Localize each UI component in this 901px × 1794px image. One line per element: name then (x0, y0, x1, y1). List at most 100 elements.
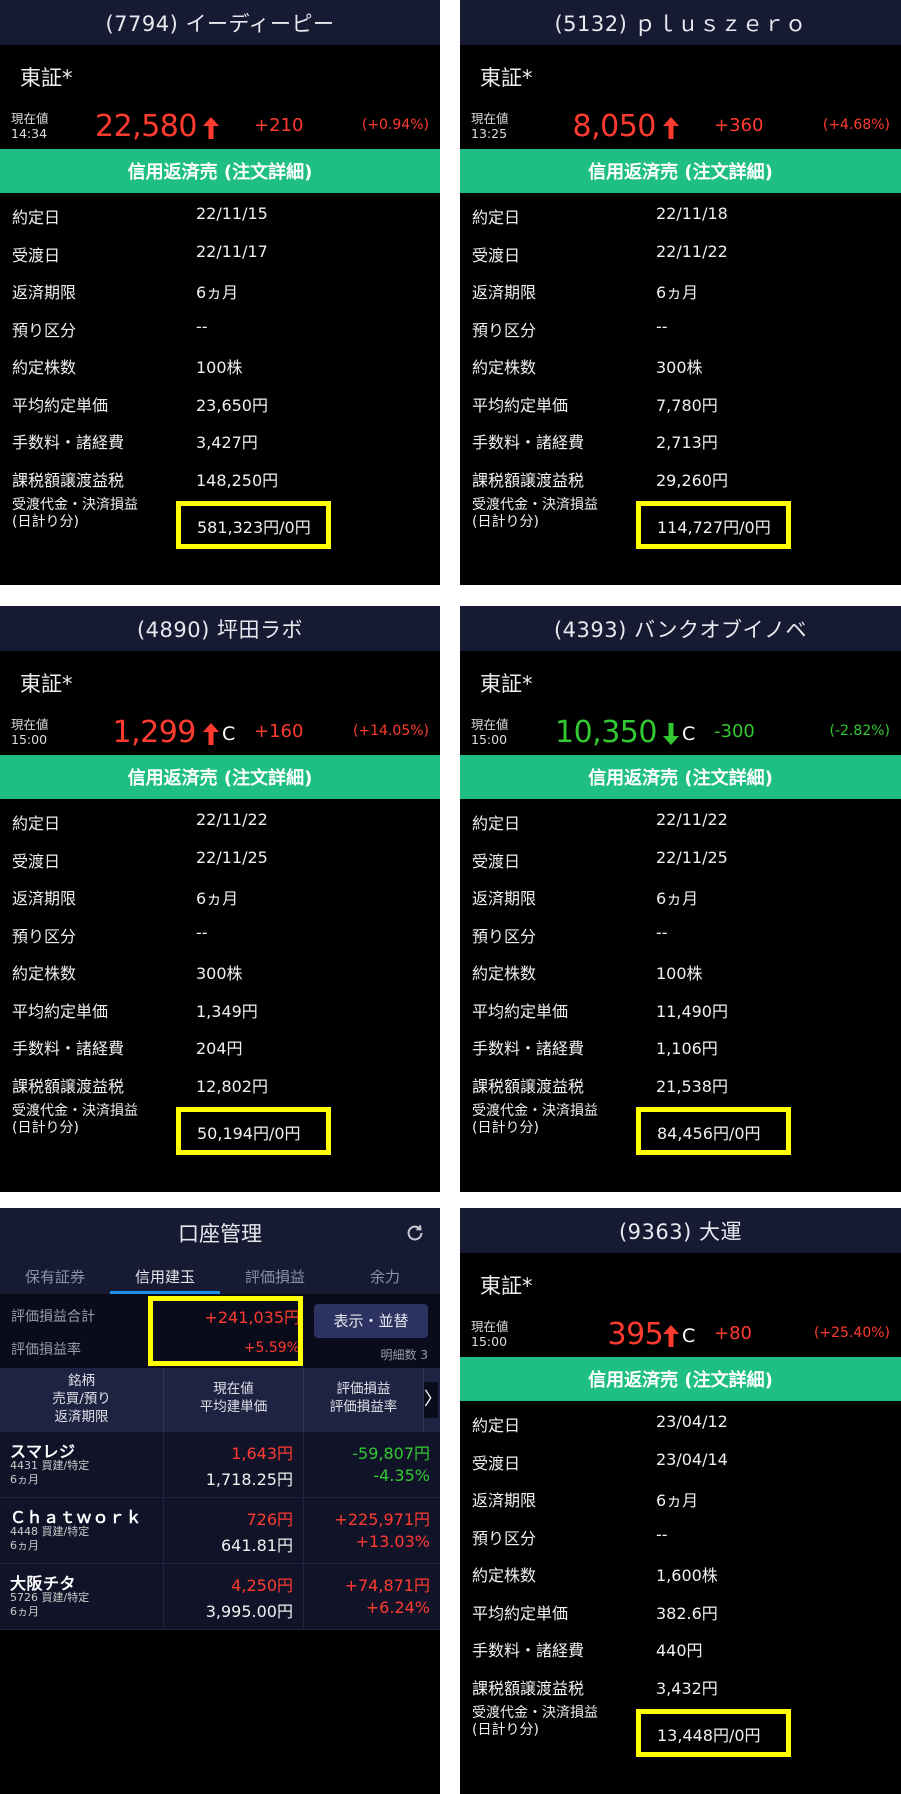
col-header-name[interactable]: 銘柄 売買/預り 返済期限 (0, 1368, 164, 1432)
detail-row: 返済期限 6ヵ月 (460, 876, 901, 914)
settlement-value: 13,448円/0円 (636, 1709, 791, 1757)
position-pl-rate: +13.03% (355, 1532, 430, 1551)
settlement-label: 受渡代金・決済損益 (日計り分) (472, 497, 598, 531)
stock-title: (4393) バンクオブイノベ (460, 606, 901, 651)
tab-1[interactable]: 信用建玉 (110, 1258, 220, 1294)
col-header-pl[interactable]: 評価損益 評価損益率 (304, 1368, 424, 1432)
tab-3[interactable]: 余力 (330, 1258, 440, 1294)
detail-row: 返済期限 6ヵ月 (460, 1478, 901, 1516)
close-flag: C (682, 1325, 696, 1347)
settlement-row: 受渡代金・決済損益 (日計り分) 84,456円/0円 (460, 1101, 901, 1155)
scroll-right-icon[interactable]: 〉 (424, 1382, 440, 1418)
detail-value: 22/11/22 (196, 810, 268, 829)
detail-key: 受渡日 (472, 851, 521, 871)
detail-value: 22/11/22 (656, 241, 728, 261)
settlement-value: 50,194円/0円 (176, 1107, 331, 1155)
settlement-row: 受渡代金・決済損益 (日計り分) 13,448円/0円 (460, 1703, 901, 1757)
position-price-cell: 1,643円 1,718.25円 (164, 1432, 304, 1497)
detail-key: 返済期限 (12, 889, 77, 908)
detail-row: 預り区分 -- (460, 1516, 901, 1554)
detail-row: 約定株数 100株 (0, 345, 440, 383)
position-pl-cell: +74,871円 +6.24% (304, 1564, 440, 1629)
detail-key: 約定日 (472, 1416, 521, 1435)
detail-row: 約定株数 300株 (460, 345, 901, 383)
detail-value: 300株 (196, 964, 243, 983)
detail-key: 手数料・諸経費 (472, 1039, 585, 1058)
stock-title: (9363) 大運 (460, 1208, 901, 1253)
tab-0[interactable]: 保有証券 (0, 1258, 110, 1294)
detail-key: 平均約定単価 (472, 1603, 569, 1623)
detail-value: -- (656, 316, 668, 336)
tab-2[interactable]: 評価損益 (220, 1258, 330, 1294)
position-name-cell: Ｃｈａｔｗｏｒｋ 4448 買建/特定 6ヵ月 (0, 1498, 164, 1563)
position-meta: 4431 買建/特定 6ヵ月 (10, 1459, 89, 1487)
position-current-price: 1,643円 (231, 1444, 293, 1463)
price-change: +210 (254, 115, 304, 136)
settlement-label-main: 受渡代金・決済損益 (472, 497, 598, 513)
pl-rate-label: 評価損益率 (11, 1342, 81, 1358)
detail-row: 約定株数 100株 (460, 951, 901, 989)
detail-key: 約定株数 (12, 358, 77, 377)
price-label: 現在値 14:34 (11, 111, 49, 141)
total-pl-label: 評価損益合計 (11, 1309, 95, 1325)
detail-row: 課税額譲渡益税 12,802円 (0, 1064, 440, 1102)
detail-row: 課税額譲渡益税 21,538円 (460, 1064, 901, 1102)
detail-value: 6ヵ月 (656, 283, 699, 302)
detail-key: 課税額譲渡益税 (472, 1076, 585, 1096)
account-panel: 口座管理 保有証券 信用建玉 評価損益 余力 評価損益合計 +241,035円 評価損… (0, 1208, 440, 1794)
price-change-pct: (+0.94%) (361, 117, 429, 133)
table-row[interactable]: Ｃｈａｔｗｏｒｋ 4448 買建/特定 6ヵ月 726円 641.81円 +225,971… (0, 1498, 440, 1564)
positions-table: スマレジ 4431 買建/特定 6ヵ月 1,643円 1,718.25円 -59,807円… (0, 1432, 440, 1630)
highlight-box (148, 1296, 303, 1366)
section-header: 信用返済売 (注文詳細) (0, 149, 440, 193)
settlement-value: 114,727円/0円 (636, 501, 791, 549)
detail-row: 預り区分 -- (460, 308, 901, 346)
pl-summary: 評価損益合計 +241,035円 評価損益率 +5.59% 表示・並替 明細数 … (0, 1294, 440, 1368)
position-pl: +225,971円 (334, 1510, 430, 1529)
display-sort-button[interactable]: 表示・並替 (314, 1304, 428, 1338)
section-header: 信用返済売 (注文詳細) (460, 1357, 901, 1401)
settlement-row: 受渡代金・決済損益 (日計り分) 581,323円/0円 (0, 495, 440, 549)
header-line: 評価損益率 (329, 1399, 398, 1415)
col-header-price[interactable]: 現在値 平均建単価 (164, 1368, 304, 1432)
section-header: 信用返済売 (注文詳細) (460, 149, 901, 193)
arrow-up-icon (663, 117, 679, 139)
header-line: 現在値 (213, 1381, 254, 1397)
price-time: 15:00 (471, 732, 508, 747)
detail-key: 預り区分 (472, 926, 537, 946)
position-term: 6ヵ月 (10, 1473, 39, 1486)
detail-row: 約定日 22/11/22 (0, 801, 440, 839)
detail-value: 300株 (656, 358, 703, 377)
detail-count: 明細数 3 (380, 1348, 428, 1362)
price-change: +160 (254, 721, 304, 742)
detail-row: 課税額譲渡益税 29,260円 (460, 458, 901, 496)
position-meta: 5726 買建/特定 6ヵ月 (10, 1591, 89, 1619)
detail-value: 12,802円 (196, 1076, 268, 1096)
detail-value: 22/11/25 (656, 847, 728, 867)
detail-row: 手数料・諸経費 1,106円 (460, 1026, 901, 1064)
position-avg-price: 1,718.25円 (205, 1470, 293, 1489)
position-pl-rate: -4.35% (373, 1466, 430, 1485)
settlement-row: 受渡代金・決済損益 (日計り分) 50,194円/0円 (0, 1101, 440, 1155)
detail-rows: 約定日 22/11/18 受渡日 22/11/22 返済期限 6ヵ月 預り区分 -- 約定株数 3… (460, 193, 901, 549)
detail-value: 3,432円 (656, 1678, 718, 1698)
current-price: 8,050 (572, 109, 657, 144)
detail-row: 預り区分 -- (0, 308, 440, 346)
table-row[interactable]: 大阪チタ 5726 買建/特定 6ヵ月 4,250円 3,995.00円 +74,871円… (0, 1564, 440, 1630)
detail-rows: 約定日 23/04/12 受渡日 23/04/14 返済期限 6ヵ月 預り区分 -- 約定株数 1… (460, 1401, 901, 1757)
detail-key: 預り区分 (472, 1528, 537, 1548)
detail-value: 7,780円 (656, 395, 718, 415)
detail-row: 返済期限 6ヵ月 (0, 876, 440, 914)
price-label: 現在値 13:25 (471, 111, 509, 141)
detail-key: 預り区分 (472, 320, 537, 340)
detail-row: 手数料・諸経費 3,427円 (0, 420, 440, 458)
arrow-up-icon (203, 117, 219, 139)
detail-value: 382.6円 (656, 1603, 718, 1623)
price-change: +360 (714, 115, 764, 136)
detail-key: 約定株数 (12, 964, 77, 983)
refresh-icon[interactable] (404, 1222, 426, 1244)
position-code: 5726 買建/特定 (10, 1591, 90, 1604)
table-row[interactable]: スマレジ 4431 買建/特定 6ヵ月 1,643円 1,718.25円 -59,807円… (0, 1432, 440, 1498)
price-change-pct: (+4.68%) (822, 117, 890, 133)
order-panel-9363: (9363) 大運 東証* 現在値 15:00 395 C +80 (+25.40… (460, 1208, 901, 1794)
